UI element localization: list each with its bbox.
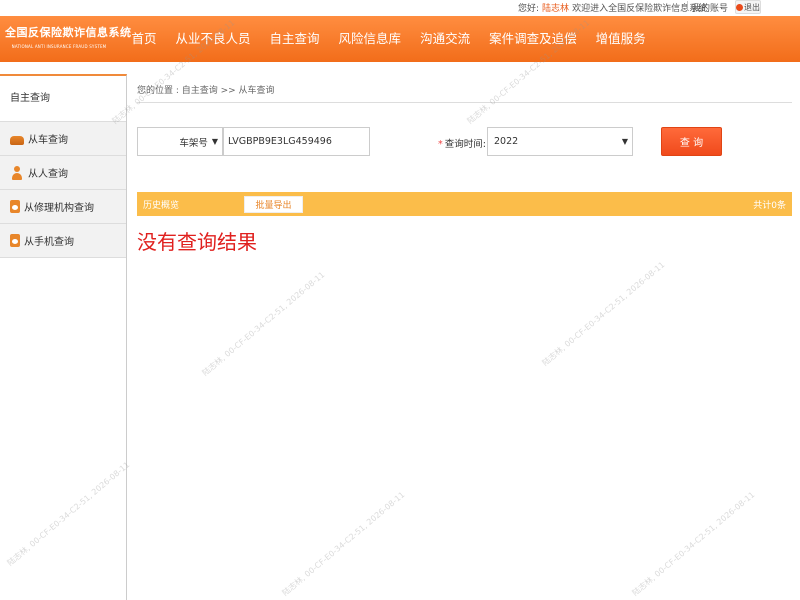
username: 陆志林 <box>542 4 570 14</box>
query-time-text: 查询时间: <box>444 139 486 150</box>
logout-label: 退出 <box>744 2 760 12</box>
chevron-down-icon: ▼ <box>621 137 628 146</box>
power-icon <box>736 3 743 11</box>
empty-results-message: 没有查询结果 <box>137 230 257 254</box>
nav-item-bad-practitioners[interactable]: 从业不良人员 <box>166 16 260 62</box>
phone-icon <box>10 234 20 247</box>
nav-item-home[interactable]: 首页 <box>122 16 166 62</box>
person-icon <box>10 165 24 180</box>
watermark: 陆志林, 00-CF-E0-34-C2-51, 2026-08-11 <box>540 260 667 368</box>
breadcrumb-divider <box>137 102 792 103</box>
watermark: 陆志林, 00-CF-E0-34-C2-51, 2026-08-11 <box>630 490 757 598</box>
results-total: 共计0条 <box>753 201 786 211</box>
year-value: 2022 <box>494 136 519 147</box>
query-type-select[interactable]: 车架号 ▼ <box>137 127 223 156</box>
query-type-value: 车架号 <box>179 137 208 149</box>
sidebar: 自主查询 从车查询 从人查询 从修理机构查询 从手机查询 <box>0 74 127 600</box>
watermark: 陆志林, 00-CF-E0-34-C2-51, 2026-08-11 <box>200 270 327 378</box>
sidebar-item-label: 从修理机构查询 <box>24 203 94 214</box>
main-navbar: 全国反保险欺诈信息系统 NATIONAL ANTI INSURANCE FRAU… <box>0 16 800 62</box>
my-account-link[interactable]: 我的账号 <box>692 1 728 14</box>
required-mark: * <box>438 139 443 150</box>
year-select[interactable]: 2022 ▼ <box>487 127 633 156</box>
results-header-bar: 历史概览 批量导出 共计0条 <box>137 192 792 216</box>
watermark: 陆志林, 00-CF-E0-34-C2-51, 2026-08-11 <box>280 490 407 598</box>
sidebar-item-label: 从手机查询 <box>24 237 74 248</box>
query-time-label: * 查询时间: <box>438 136 486 150</box>
nav-item-communication[interactable]: 沟通交流 <box>411 16 480 62</box>
separator: | <box>686 1 690 11</box>
chevron-down-icon: ▼ <box>211 137 218 146</box>
nav-item-case-investigation[interactable]: 案件调查及追偿 <box>480 16 587 62</box>
logo-title-cn: 全国反保险欺诈信息系统 <box>5 26 132 39</box>
sidebar-item-vehicle-query[interactable]: 从车查询 <box>0 122 126 156</box>
sidebar-title: 自主查询 <box>0 76 126 122</box>
sidebar-item-label: 从车查询 <box>28 135 68 146</box>
breadcrumb: 您的位置 : 自主查询 >> 从车查询 <box>137 86 275 96</box>
greeting: 您好: 陆志林 欢迎进入全国反保险欺诈信息系统 <box>518 1 707 14</box>
top-utility-bar: 您好: 陆志林 欢迎进入全国反保险欺诈信息系统 | 我的账号 退出 <box>0 0 800 16</box>
site-logo[interactable]: 全国反保险欺诈信息系统 NATIONAL ANTI INSURANCE FRAU… <box>5 24 132 49</box>
nav-item-self-query[interactable]: 自主查询 <box>260 16 329 62</box>
sidebar-item-person-query[interactable]: 从人查询 <box>0 156 126 190</box>
repair-shop-icon <box>10 200 20 213</box>
results-title: 历史概览 <box>143 201 180 211</box>
sidebar-item-label: 从人查询 <box>28 169 68 180</box>
logout-button[interactable]: 退出 <box>735 0 761 14</box>
nav-item-risk-database[interactable]: 风险信息库 <box>329 16 411 62</box>
greeting-prefix: 您好: <box>518 4 540 14</box>
nav-menu: 首页 从业不良人员 自主查询 风险信息库 沟通交流 案件调查及追偿 增值服务 <box>122 16 655 62</box>
batch-export-button[interactable]: 批量导出 <box>244 196 303 213</box>
query-button[interactable]: 查 询 <box>661 127 722 156</box>
sidebar-item-repair-shop-query[interactable]: 从修理机构查询 <box>0 190 126 224</box>
sidebar-item-phone-query[interactable]: 从手机查询 <box>0 224 126 258</box>
logo-title-en: NATIONAL ANTI INSURANCE FRAUD SYSTEM <box>11 44 107 49</box>
car-icon <box>10 135 24 145</box>
nav-item-value-added[interactable]: 增值服务 <box>586 16 655 62</box>
vin-input[interactable]: LVGBPB9E3LG459496 <box>223 127 370 156</box>
